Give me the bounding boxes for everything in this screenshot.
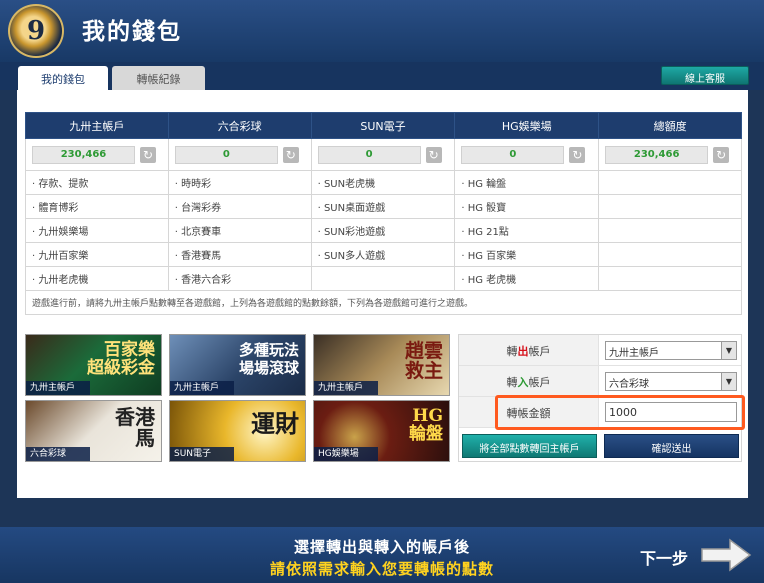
refresh-icon[interactable]: ↻ [569, 146, 586, 163]
banner-caption: SUN電子 [170, 447, 234, 461]
page-title: 我的錢包 [82, 18, 182, 45]
banner-horse-racing[interactable]: 香港馬 六合彩球 [25, 400, 162, 462]
game-item: ‧ 時時彩 [167, 170, 312, 195]
account-name: 總額度 [598, 112, 742, 139]
game-item [598, 218, 742, 243]
tab-transfer-records[interactable]: 轉帳紀錄 [112, 66, 205, 90]
confirm-submit-button[interactable]: 確認送出 [604, 434, 739, 458]
balance-value: 230,466 [32, 145, 135, 164]
chevron-down-icon[interactable]: ▼ [721, 342, 736, 359]
game-item [598, 170, 742, 195]
game-item: ‧ 體育博彩 [25, 194, 169, 219]
game-item: ‧ SUN多人遊戲 [310, 242, 456, 267]
transfer-in-row: 轉入帳戶 六合彩球 ▼ [459, 366, 741, 397]
game-item: ‧ HG 老虎機 [454, 266, 600, 291]
arrow-right-icon[interactable] [700, 537, 752, 573]
game-row: ‧ 九卅娛樂場 ‧ 北京賽車 ‧ SUN彩池遊戲 ‧ HG 21點 [25, 218, 742, 243]
balance-value: 0 [461, 145, 565, 164]
banner-baccarat[interactable]: 百家樂 超級彩金 九卅主帳戶 [25, 334, 162, 396]
banner-title: 多種玩法 場場滾球 [238, 341, 299, 377]
banner-caption: 六合彩球 [26, 447, 90, 461]
game-item: ‧ 台灣彩券 [167, 194, 312, 219]
account-name: HG娛樂場 [454, 112, 600, 139]
transfer-in-value: 六合彩球 [609, 379, 649, 390]
balance-cell: 230,466 ↻ [598, 138, 742, 171]
transfer-out-label: 轉出帳戶 [459, 335, 599, 365]
game-item: ‧ SUN彩池遊戲 [310, 218, 456, 243]
tab-my-wallet[interactable]: 我的錢包 [18, 66, 108, 90]
game-row: ‧ 存款、提款 ‧ 時時彩 ‧ SUN老虎機 ‧ HG 輪盤 [25, 170, 742, 195]
banner-sun-slots[interactable]: 運財 SUN電子 [169, 400, 306, 462]
transfer-in-select[interactable]: 六合彩球 ▼ [605, 372, 737, 391]
game-item: ‧ 北京賽車 [167, 218, 312, 243]
game-item: ‧ SUN桌面遊戲 [310, 194, 456, 219]
balance-value: 0 [317, 145, 421, 164]
game-item: ‧ HG 骰寶 [454, 194, 600, 219]
game-item: ‧ 九卅娛樂場 [25, 218, 169, 243]
brand-logo: 9 [8, 4, 64, 58]
banner-caption: 九卅主帳戶 [314, 381, 378, 395]
banner-title: 香港馬 [115, 405, 155, 450]
customer-service-button[interactable]: 線上客服 [661, 66, 749, 85]
game-item: ‧ 九卅百家樂 [25, 242, 169, 267]
transfer-in-label: 轉入帳戶 [459, 366, 599, 396]
balance-cell: 0 ↻ [454, 138, 600, 171]
next-step-label[interactable]: 下一步 [640, 545, 688, 569]
game-item [598, 194, 742, 219]
banner-title: 趙雲 救主 [404, 340, 443, 382]
refresh-icon[interactable]: ↻ [713, 146, 730, 163]
instruction-note: 遊戲進行前，請將九卅主帳戶點數轉至各遊戲館，上列為各遊戲館的點數餘額，下列為各遊… [25, 290, 742, 315]
amount-highlight-box [495, 395, 745, 430]
transfer-out-value: 九卅主帳戶 [609, 348, 659, 359]
banner-title: 運財 [251, 409, 299, 438]
game-item [598, 266, 742, 291]
balance-cell: 230,466 ↻ [25, 138, 169, 171]
game-item [310, 266, 456, 291]
game-row: ‧ 九卅老虎機 ‧ 香港六合彩 ‧ HG 老虎機 [25, 266, 742, 291]
note-row: 遊戲進行前，請將九卅主帳戶點數轉至各遊戲館，上列為各遊戲館的點數餘額，下列為各遊… [25, 290, 742, 315]
game-item [598, 242, 742, 267]
logo-glyph: 9 [26, 16, 46, 46]
banner-zhaoyun[interactable]: 趙雲 救主 九卅主帳戶 [313, 334, 450, 396]
refresh-icon[interactable]: ↻ [140, 146, 156, 163]
game-item: ‧ 存款、提款 [25, 170, 169, 195]
banner-caption: 九卅主帳戶 [26, 381, 90, 395]
game-item: ‧ HG 輪盤 [454, 170, 600, 195]
balance-cell: 0 ↻ [310, 138, 456, 171]
game-row: ‧ 九卅百家樂 ‧ 香港賽馬 ‧ SUN多人遊戲 ‧ HG 百家樂 [25, 242, 742, 267]
game-item: ‧ 九卅老虎機 [25, 266, 169, 291]
banner-title: HG 輪盤 [409, 406, 443, 444]
banner-title: 百家樂 超級彩金 [87, 340, 155, 378]
refresh-icon[interactable]: ↻ [425, 146, 442, 163]
game-item: ‧ 香港六合彩 [167, 266, 312, 291]
balance-value: 230,466 [605, 145, 709, 164]
game-item: ‧ HG 21點 [454, 218, 600, 243]
transfer-all-to-main-button[interactable]: 將全部點數轉回主帳戶 [462, 434, 597, 458]
game-row: ‧ 體育博彩 ‧ 台灣彩券 ‧ SUN桌面遊戲 ‧ HG 骰寶 [25, 194, 742, 219]
banner-caption: 九卅主帳戶 [170, 381, 234, 395]
transfer-out-select[interactable]: 九卅主帳戶 ▼ [605, 341, 737, 360]
balance-row: 230,466 ↻ 0 ↻ 0 ↻ 0 ↻ 230,466 ↻ [25, 138, 742, 171]
game-item: ‧ HG 百家樂 [454, 242, 600, 267]
refresh-icon[interactable]: ↻ [282, 146, 299, 163]
transfer-out-row: 轉出帳戶 九卅主帳戶 ▼ [459, 335, 741, 366]
chevron-down-icon[interactable]: ▼ [721, 373, 736, 390]
balance-value: 0 [174, 145, 278, 164]
game-item: ‧ SUN老虎機 [310, 170, 456, 195]
banner-caption: HG娛樂場 [314, 447, 378, 461]
banner-sports[interactable]: 多種玩法 場場滾球 九卅主帳戶 [169, 334, 306, 396]
accounts-header-row: 九卅主帳戶 六合彩球 SUN電子 HG娛樂場 總額度 [25, 112, 742, 139]
game-item: ‧ 香港賽馬 [167, 242, 312, 267]
banner-hg-roulette[interactable]: HG 輪盤 HG娛樂場 [313, 400, 450, 462]
accounts-table: 九卅主帳戶 六合彩球 SUN電子 HG娛樂場 總額度 230,466 ↻ 0 ↻ 0… [25, 112, 742, 315]
account-name: 九卅主帳戶 [25, 112, 169, 139]
balance-cell: 0 ↻ [167, 138, 312, 171]
account-name: 六合彩球 [167, 112, 312, 139]
account-name: SUN電子 [310, 112, 456, 139]
